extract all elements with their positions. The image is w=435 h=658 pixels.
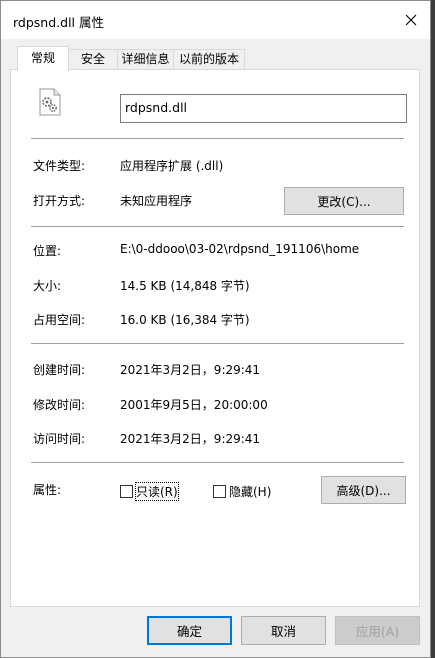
dll-file-icon <box>39 88 61 116</box>
open-with-label: 打开方式: <box>33 194 86 208</box>
location-value: E:\0-ddooo\03-02\rdpsnd_191106\home <box>120 242 360 256</box>
size-label: 大小: <box>33 279 62 293</box>
divider <box>31 226 404 227</box>
divider <box>31 138 404 139</box>
hidden-checkbox-box[interactable] <box>213 485 226 498</box>
readonly-checkbox[interactable]: 只读(R) <box>120 482 179 501</box>
modified-label: 修改时间: <box>33 398 86 412</box>
window-title: rdpsnd.dll 属性 <box>13 15 104 30</box>
file-name-field[interactable]: rdpsnd.dll <box>120 94 407 123</box>
hidden-checkbox[interactable]: 隐藏(H) <box>213 483 271 500</box>
file-type-label: 文件类型: <box>33 159 86 173</box>
hidden-checkbox-label: 隐藏(H) <box>229 485 272 499</box>
divider <box>31 343 404 344</box>
location-label: 位置: <box>33 244 62 258</box>
created-value: 2021年3月2日，9:29:41 <box>120 363 261 377</box>
size-on-disk-value: 16.0 KB (16,384 字节) <box>120 313 250 327</box>
open-with-value: 未知应用程序 <box>120 194 193 208</box>
readonly-checkbox-label: 只读(R) <box>135 482 179 501</box>
general-panel: rdpsnd.dll 文件类型: 应用程序扩展 (.dll) 打开方式: 未知应… <box>10 69 420 607</box>
advanced-button[interactable]: 高级(D)... <box>321 476 406 504</box>
tab-general[interactable]: 常规 <box>17 46 69 71</box>
close-button[interactable] <box>396 5 426 35</box>
tab-security[interactable]: 安全 <box>68 49 118 70</box>
cancel-button[interactable]: 取消 <box>241 616 326 645</box>
title-bar: rdpsnd.dll 属性 <box>1 1 430 39</box>
close-icon <box>405 14 417 26</box>
size-value: 14.5 KB (14,848 字节) <box>120 279 250 293</box>
divider <box>31 462 404 463</box>
accessed-label: 访问时间: <box>33 432 86 446</box>
tab-previous-versions[interactable]: 以前的版本 <box>173 49 245 70</box>
modified-value: 2001年9月5日，20:00:00 <box>120 398 268 412</box>
tab-details[interactable]: 详细信息 <box>117 49 174 70</box>
properties-dialog: rdpsnd.dll 属性 常规 安全 详细信息 以前的版本 rdpsnd.dl… <box>0 0 431 658</box>
change-button[interactable]: 更改(C)... <box>284 187 404 215</box>
accessed-value: 2021年3月2日，9:29:41 <box>120 432 261 446</box>
ok-button[interactable]: 确定 <box>147 616 232 645</box>
readonly-checkbox-box[interactable] <box>120 485 133 498</box>
attributes-label: 属性: <box>33 483 62 497</box>
apply-button[interactable]: 应用(A) <box>335 616 420 645</box>
size-on-disk-label: 占用空间: <box>33 313 86 327</box>
created-label: 创建时间: <box>33 363 86 377</box>
file-type-value: 应用程序扩展 (.dll) <box>120 159 224 173</box>
